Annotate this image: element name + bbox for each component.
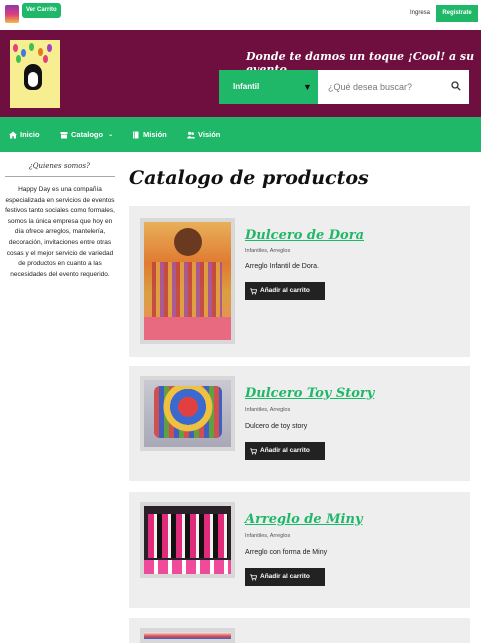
product-categories: Infantiles, Arreglos [245, 248, 291, 254]
product-card: Dulcero Toy Story Infantiles, Arreglos D… [129, 366, 470, 481]
nav-item-mision[interactable]: Misión [132, 130, 167, 139]
add-to-cart-button[interactable]: Añadir al carrito [245, 568, 325, 586]
pink-base [144, 317, 231, 340]
product-description: Arreglo Infantil de Dora. [245, 263, 319, 270]
miny-bundle [148, 514, 228, 558]
chevron-down-icon: ⌄ [108, 132, 114, 138]
product-card [129, 618, 470, 643]
product-card: Arreglo de Miny Infantiles, Arreglos Arr… [129, 492, 470, 608]
add-to-cart-button[interactable]: Añadir al carrito [245, 442, 325, 460]
nav-item-catalogo[interactable]: Catalogo ⌄ [60, 130, 113, 139]
logo-balloon [38, 48, 43, 56]
logo-balloon [43, 55, 48, 63]
product-image[interactable] [140, 628, 235, 643]
logo-balloon [16, 55, 21, 63]
home-icon [9, 131, 17, 138]
logo-balloon [13, 44, 18, 52]
nav-label-catalogo: Catalogo [71, 130, 104, 139]
users-icon [187, 131, 195, 138]
user-avatar[interactable] [5, 5, 19, 23]
add-to-cart-button[interactable]: Añadir al carrito [245, 282, 325, 300]
register-button[interactable]: Regístrate [436, 5, 478, 22]
product-categories: Infantiles, Arreglos [245, 407, 291, 413]
product-description: Dulcero de toy story [245, 423, 308, 430]
product-image[interactable] [140, 502, 235, 578]
logo-balloon [29, 43, 34, 51]
main-nav: Inicio Catalogo ⌄ Misión Visión [0, 117, 481, 152]
pink-base [144, 560, 231, 574]
category-select[interactable]: Infantil ▼ [219, 70, 318, 104]
product-image[interactable] [140, 376, 235, 451]
product-name[interactable]: Arreglo de Miny [245, 512, 363, 527]
nav-label-vision: Visión [198, 130, 221, 139]
add-to-cart-label: Añadir al carrito [260, 447, 310, 454]
book-icon [133, 131, 139, 138]
login-link[interactable]: Ingresa [410, 10, 430, 16]
product-description: Arreglo con forma de Miny [245, 549, 328, 556]
cart-icon [250, 287, 257, 294]
product-name[interactable]: Dulcero de Dora [245, 228, 364, 243]
top-bar: Ver Carrito Ingresa Regístrate [0, 0, 481, 30]
toy-story-bundle [154, 386, 222, 438]
divider [5, 176, 115, 177]
doll-head [174, 228, 202, 256]
candy-bundle [152, 262, 222, 317]
search-input[interactable] [318, 70, 443, 104]
cart-icon [250, 573, 257, 580]
product-name[interactable]: Dulcero Toy Story [245, 386, 374, 401]
product-image[interactable] [140, 218, 235, 344]
view-cart-link[interactable]: Ver Carrito [22, 3, 61, 18]
logo-balloon [47, 44, 52, 52]
nav-item-vision[interactable]: Visión [187, 130, 220, 139]
penguin-icon [24, 64, 42, 90]
cart-icon [250, 447, 257, 454]
add-to-cart-label: Añadir al carrito [260, 287, 310, 294]
page-title: Catalogo de productos [129, 167, 369, 189]
nav-item-inicio[interactable]: Inicio [9, 130, 40, 139]
about-text: Happy Day es una compañía especializada … [5, 186, 115, 278]
site-header: Donde te damos un toque ¡Cool! a su even… [0, 30, 481, 117]
site-logo[interactable] [10, 40, 60, 108]
about-title: ¿Quienes somos? [29, 162, 90, 170]
add-to-cart-label: Añadir al carrito [260, 573, 310, 580]
caret-down-icon: ▼ [303, 82, 312, 92]
search-box [318, 70, 469, 104]
nav-label-mision: Misión [143, 130, 167, 139]
product-card: Dulcero de Dora Infantiles, Arreglos Arr… [129, 206, 470, 357]
nav-label-inicio: Inicio [20, 130, 40, 139]
product-categories: Infantiles, Arreglos [245, 533, 291, 539]
logo-balloon [21, 49, 26, 57]
shop-icon [60, 131, 68, 138]
search-icon[interactable] [451, 81, 461, 91]
category-selected: Infantil [233, 82, 260, 91]
